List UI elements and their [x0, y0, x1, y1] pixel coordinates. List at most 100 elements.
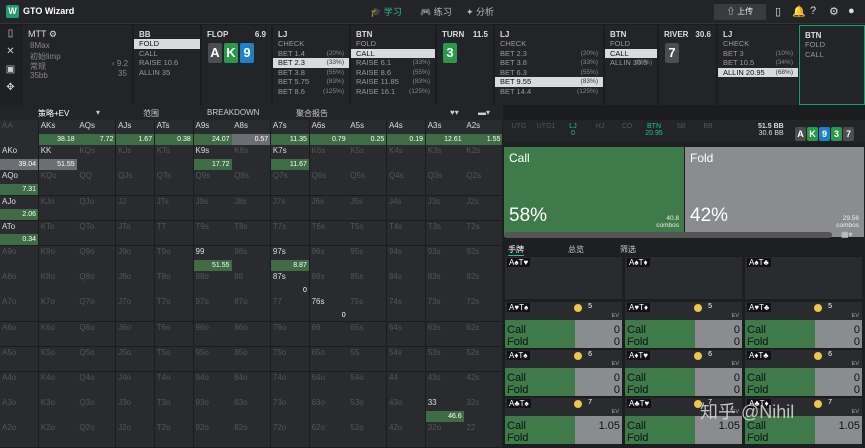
hand-cell[interactable]: 43o — [387, 397, 426, 423]
hand-cell[interactable]: Q4o — [77, 372, 117, 398]
hand-cell[interactable]: K4o — [38, 372, 78, 398]
hand-cell[interactable]: 52s — [464, 346, 504, 373]
hand-cell[interactable]: ATs 0.38 — [154, 120, 194, 146]
action-option[interactable]: BET 5.75 (83%) — [273, 77, 349, 87]
hand-cell[interactable]: 64s — [387, 321, 426, 348]
hand-cell[interactable]: AA — [0, 120, 39, 146]
seat-btn[interactable]: BTN 20.95 — [642, 123, 666, 137]
action-option[interactable]: CHECK — [273, 39, 349, 49]
hand-cell[interactable]: 82o — [232, 422, 272, 448]
hand-cell[interactable]: KJs — [116, 145, 156, 171]
hand-cell[interactable]: 62o — [309, 422, 349, 448]
action-column[interactable]: RIVER 30.6 7 — [658, 25, 716, 105]
seat-hj[interactable]: HJ — [588, 123, 612, 130]
hand-cell[interactable]: A4s 0.19 — [387, 120, 426, 146]
hand-cell[interactable]: K8s — [232, 145, 272, 171]
hand-cell[interactable]: A5s 0.25 — [348, 120, 388, 146]
action-option[interactable]: BET 10.5 (34%) — [718, 58, 798, 68]
hand-cell[interactable]: 22 — [464, 422, 504, 448]
hand-cell[interactable]: KTo — [38, 220, 78, 247]
hand-cell[interactable]: A7o — [0, 296, 39, 322]
action-option[interactable]: FOLD — [351, 39, 435, 49]
hand-cell[interactable]: A9o — [0, 246, 39, 272]
action-option[interactable]: FOLD — [800, 40, 864, 50]
hand-cell[interactable]: 75s — [348, 296, 388, 322]
hand-cell[interactable]: T8o — [154, 271, 194, 297]
hand-cell[interactable]: KJo — [38, 195, 78, 222]
hand-cell[interactable]: AKs 38.18 — [38, 120, 78, 146]
tab-breakdown[interactable]: BREAKDOWN — [207, 108, 259, 117]
hand-cell[interactable]: J6o — [116, 321, 156, 348]
bell-icon[interactable]: 🔔 — [792, 5, 806, 18]
combo-tile[interactable]: A♦T♠ 6 EV Call Fold 0 0 — [504, 349, 623, 397]
hand-cell[interactable]: 95o — [193, 346, 233, 373]
seat-sb[interactable]: SB — [669, 123, 693, 130]
hand-cell[interactable]: T9o — [154, 246, 194, 272]
hand-cell[interactable]: Q5o — [77, 346, 117, 373]
tab-filter[interactable]: 筛选 — [620, 244, 636, 255]
hand-cell[interactable]: K7s 11.67 — [270, 145, 310, 171]
seat-co[interactable]: CO — [615, 123, 639, 130]
hand-cell[interactable]: T7o — [154, 296, 194, 322]
hand-cell[interactable]: 53s — [425, 346, 465, 373]
settings-gear-icon[interactable]: ⚙ — [49, 29, 57, 39]
combo-tile[interactable]: A♠T♣ — [744, 256, 863, 300]
action-option[interactable]: CALL — [134, 49, 200, 59]
hand-cell[interactable]: JJ — [116, 195, 156, 222]
hand-cell[interactable]: 87o — [232, 296, 272, 322]
hand-cell[interactable]: 62s — [464, 321, 504, 348]
hand-cell[interactable]: 83s — [425, 271, 465, 297]
hand-cell[interactable]: 43s — [425, 372, 465, 398]
hand-cell[interactable]: KTs — [154, 145, 194, 171]
action-option[interactable]: BET 14.4 (125%) — [495, 87, 603, 97]
hand-cell[interactable]: 93o — [193, 397, 233, 423]
hand-cell[interactable]: K5s — [348, 145, 388, 171]
hand-cell[interactable]: 74o — [270, 372, 310, 398]
close-icon[interactable]: ✕ — [0, 43, 21, 61]
hand-cell[interactable]: Q2o — [77, 422, 117, 448]
hand-cell[interactable]: 33 46.6 — [425, 397, 465, 423]
hand-cell[interactable]: 42o — [387, 422, 426, 448]
hand-cell[interactable]: 77 — [270, 296, 310, 322]
hand-cell[interactable]: QQ — [77, 170, 117, 196]
hand-cell[interactable]: Q2s — [464, 170, 504, 196]
hand-cell[interactable]: AQs 7.72 — [77, 120, 117, 146]
hand-cell[interactable]: 73s — [425, 296, 465, 322]
hand-cell[interactable]: AKo 39.04 — [0, 145, 39, 171]
action-option[interactable]: ALLIN 20.95 (68%) — [718, 67, 798, 77]
hand-cell[interactable]: 92s — [464, 246, 504, 272]
action-option[interactable]: BET 6.3 (55%) — [495, 68, 603, 78]
hand-cell[interactable]: 32o — [425, 422, 465, 448]
hand-cell[interactable]: J4o — [116, 372, 156, 398]
action-column[interactable]: TURN 11.5 3 — [436, 25, 493, 105]
hand-cell[interactable]: 92o — [193, 422, 233, 448]
hand-cell[interactable]: 87s 0 — [270, 271, 310, 297]
hand-cell[interactable]: J6s — [309, 195, 349, 222]
action-option[interactable]: CALL — [800, 50, 864, 60]
action-option[interactable]: BET 2.3 (33%) — [273, 58, 349, 68]
hand-cell[interactable]: 94o — [193, 372, 233, 398]
app-logo[interactable]: W GTO Wizard — [6, 5, 74, 18]
action-option[interactable]: RAISE 16.1 (125%) — [351, 87, 435, 97]
hand-cell[interactable]: Q6s — [309, 170, 349, 196]
hand-cell[interactable]: T6o — [154, 321, 194, 348]
gear-icon[interactable]: ⚙ — [829, 5, 839, 18]
action-option[interactable]: CALL — [605, 48, 657, 58]
hand-cell[interactable]: KQo — [38, 170, 78, 196]
hand-cell[interactable]: A3o — [0, 397, 39, 423]
seat-bb[interactable]: BB — [696, 123, 720, 130]
upload-button[interactable]: ⇧ 上传 — [714, 4, 766, 20]
hand-cell[interactable]: AJs 1.67 — [116, 120, 156, 146]
hand-cell[interactable]: QJs — [116, 170, 156, 196]
hand-cell[interactable]: A9s 24.07 — [193, 120, 233, 146]
hand-cell[interactable]: J2s — [464, 195, 504, 222]
help-icon[interactable]: ? — [810, 5, 816, 17]
hand-cell[interactable]: 82s — [464, 271, 504, 297]
hand-cell[interactable]: 94s — [387, 246, 426, 272]
hand-cell[interactable]: T6s — [309, 220, 349, 247]
action-option[interactable]: CHECK — [718, 39, 798, 49]
hand-cell[interactable]: T5s — [348, 220, 388, 247]
hand-cell[interactable]: 95s — [348, 246, 388, 272]
hand-cell[interactable]: K3o — [38, 397, 78, 423]
hand-cell[interactable]: K9o — [38, 246, 78, 272]
